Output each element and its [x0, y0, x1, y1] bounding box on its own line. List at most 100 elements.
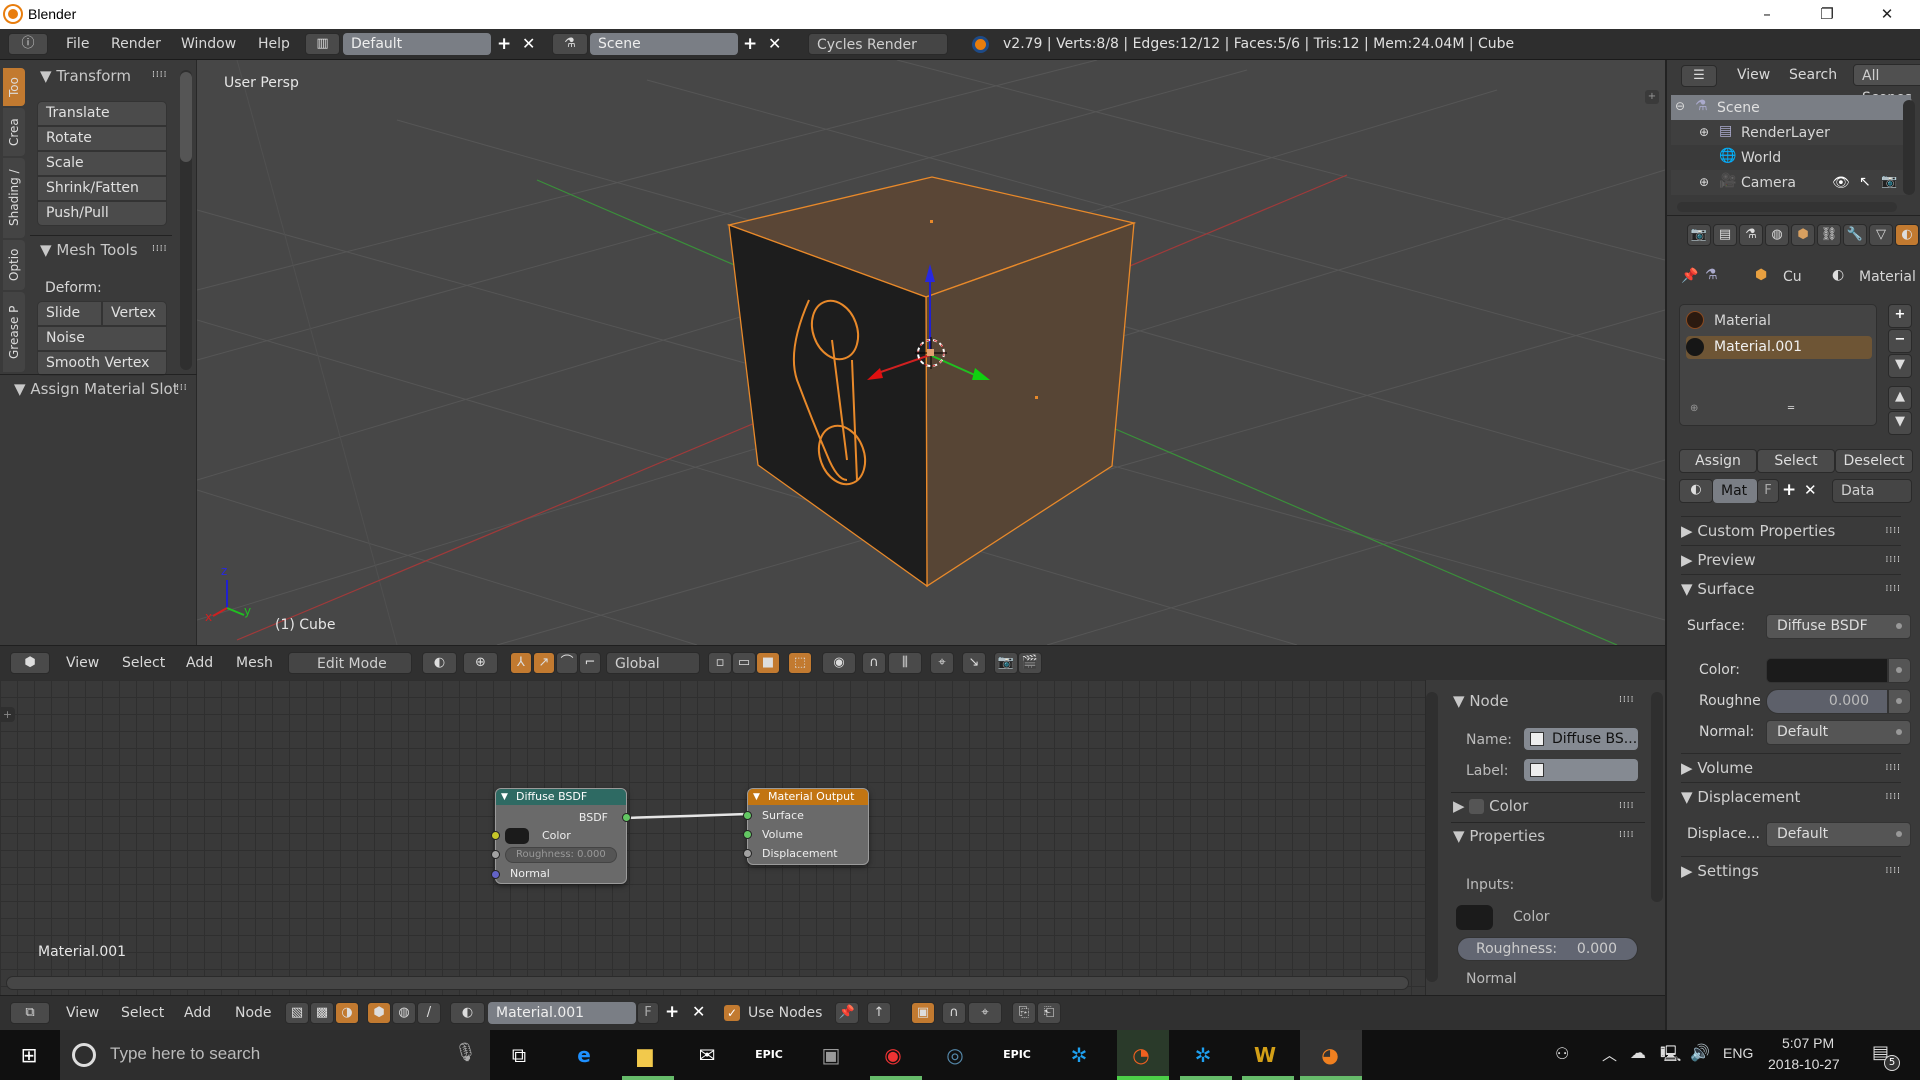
delete-scene-button[interactable]: ✕	[768, 34, 781, 53]
mail-icon[interactable]: ✉	[690, 1038, 724, 1072]
roughness-input-socket[interactable]	[491, 850, 500, 859]
snap-target-button[interactable]: ⌖	[930, 652, 954, 674]
pivot-point-dropdown[interactable]: ⊕	[463, 652, 498, 674]
delete-layout-button[interactable]: ✕	[522, 34, 535, 53]
new-material-button[interactable]: +	[1782, 480, 1796, 500]
microphone-icon[interactable]: 🎙	[454, 1042, 477, 1063]
tab-create[interactable]: Crea	[3, 108, 25, 156]
copy-nodes-button[interactable]: ⎘	[1012, 1002, 1036, 1024]
render-opengl-button[interactable]: ↘	[962, 652, 986, 674]
add-layout-button[interactable]: +	[497, 34, 511, 54]
origin-icon[interactable]: ◔	[1124, 1038, 1158, 1072]
translate-button[interactable]: Translate	[37, 101, 167, 126]
steam-icon[interactable]: ◎	[938, 1038, 972, 1072]
drag-handle-icon[interactable]: ⁞⁞⁞⁞	[1886, 754, 1901, 782]
transform-panel-header[interactable]: ▼ Transform	[40, 67, 131, 85]
surface-input-socket[interactable]	[743, 811, 752, 820]
language-indicator[interactable]: ENG	[1723, 1045, 1753, 1061]
fake-user-button[interactable]: F	[637, 1002, 659, 1024]
drag-handle-icon[interactable]: ⁞⁞⁞⁞	[1886, 783, 1901, 811]
color-panel-header[interactable]: ▶ Color	[1453, 797, 1528, 815]
3d-viewport[interactable]: z y x User Persp (1) Cube +	[197, 60, 1665, 645]
viewport-shading-dropdown[interactable]: ◐	[422, 652, 457, 674]
collapse-icon[interactable]: ▼	[753, 789, 760, 805]
editor-type-node-button[interactable]: ⧉	[10, 1002, 50, 1024]
tab-render-icon[interactable]: 📷	[1687, 224, 1711, 246]
material-output-header[interactable]: ▼ Material Output	[748, 789, 868, 805]
file-explorer-icon[interactable]: ▆	[628, 1038, 662, 1072]
color-field[interactable]	[1766, 658, 1888, 683]
people-icon[interactable]: ⚇	[1555, 1044, 1569, 1063]
diffuse-bsdf-header[interactable]: ▼ Diffuse BSDF	[496, 789, 626, 805]
tool-shelf-scrollbar[interactable]	[180, 70, 192, 370]
drag-handle-icon[interactable]: ⁞⁞⁞⁞	[1886, 546, 1901, 574]
edge-select-mode[interactable]: ▭	[732, 652, 756, 674]
drag-handle-icon[interactable]: ⁞⁞⁞⁞	[1619, 801, 1634, 811]
material-slot-list[interactable]: Material Material.001 ⊕ ═	[1679, 304, 1877, 426]
backdrop-toggle[interactable]: ▣	[911, 1002, 935, 1024]
tab-tools[interactable]: Too	[3, 68, 25, 106]
outliner-menu-search[interactable]: Search	[1789, 60, 1837, 90]
normal-input-socket[interactable]	[491, 870, 500, 879]
texture-tree-type[interactable]: ▩	[310, 1002, 334, 1024]
renderability-camera-icon[interactable]: 📷	[1881, 174, 1897, 189]
color-link-button[interactable]	[1888, 658, 1911, 683]
world-shader-type[interactable]: ◍	[392, 1002, 416, 1024]
outliner-menu-view[interactable]: View	[1737, 60, 1770, 90]
fake-user-button[interactable]: F	[1757, 479, 1779, 503]
drag-handle-icon[interactable]: ⁞⁞⁞⁞	[152, 70, 167, 80]
properties-panel-header[interactable]: ▼ Properties	[1453, 827, 1545, 845]
node-editor-horizontal-scrollbar[interactable]	[6, 976, 1409, 990]
roughness-slider[interactable]: Roughness: 0.000	[1457, 937, 1638, 961]
node-panel-header[interactable]: ▼ Node	[1453, 692, 1508, 710]
scrollbar-thumb[interactable]	[180, 72, 192, 162]
normal-dropdown[interactable]: Default	[1766, 720, 1911, 745]
tab-grease-pencil[interactable]: Grease P	[3, 292, 25, 372]
tab-object-icon[interactable]: ⬢	[1791, 224, 1815, 246]
world-of-warcraft-icon[interactable]: W	[1248, 1038, 1282, 1072]
node-diffuse-bsdf[interactable]: ▼ Diffuse BSDF BSDF Color Roughness: 0.0…	[491, 788, 631, 884]
roughness-slider[interactable]: Roughness: 0.000	[505, 847, 617, 863]
menu-node[interactable]: Node	[235, 998, 272, 1029]
add-material-slot-button[interactable]: +	[1888, 304, 1912, 328]
tab-render-layers-icon[interactable]: ▤	[1713, 224, 1737, 246]
shrink-fatten-button[interactable]: Shrink/Fatten	[37, 176, 167, 201]
material-link-dropdown[interactable]: Data	[1832, 479, 1912, 503]
task-view-icon[interactable]: ⧉	[502, 1038, 536, 1072]
unlink-material-button[interactable]: ✕	[692, 1002, 705, 1021]
move-slot-up-button[interactable]: ▲	[1888, 386, 1912, 410]
battlenet-app-icon[interactable]: ✲	[1186, 1038, 1220, 1072]
epic-games-icon[interactable]: EPIC	[752, 1038, 786, 1072]
menu-window[interactable]: Window	[181, 29, 236, 60]
volume-icon[interactable]: 🔊	[1690, 1043, 1710, 1062]
face-select-mode[interactable]: ■	[756, 652, 780, 674]
clock-time[interactable]: 5:07 PM	[1782, 1035, 1834, 1051]
preview-section[interactable]: ▶ Preview ⁞⁞⁞⁞	[1681, 545, 1901, 573]
snap-element-dropdown[interactable]: ⌖	[968, 1002, 1002, 1024]
drag-handle-icon[interactable]: ⁞⁞⁞⁞	[1886, 575, 1901, 603]
tab-scene-icon[interactable]: ⚗	[1739, 224, 1763, 246]
expand-icon[interactable]: ⊕	[1699, 175, 1709, 189]
roughness-link-button[interactable]	[1888, 689, 1911, 714]
scale-manipulator-toggle[interactable]: ⌐	[579, 652, 601, 674]
close-window-button[interactable]: ✕	[1858, 0, 1916, 29]
network-icon[interactable]: 🖳	[1660, 1043, 1681, 1070]
scene-selector[interactable]: ⚗	[552, 33, 588, 55]
scale-button[interactable]: Scale	[37, 151, 167, 176]
screen-layout-selector[interactable]: ▥	[305, 33, 340, 55]
settings-section[interactable]: ▶ Settings ⁞⁞⁞⁞	[1681, 856, 1901, 884]
outliner-display-mode-dropdown[interactable]: All Scenes	[1853, 64, 1920, 106]
chrome-icon[interactable]: ◉	[876, 1038, 910, 1072]
outliner-item-renderlayer[interactable]: RenderLayer	[1741, 125, 1830, 141]
unlink-material-button[interactable]: ✕	[1804, 481, 1817, 499]
drag-handle-icon[interactable]: ⁞⁞⁞⁞	[152, 244, 167, 254]
blender-taskbar-icon[interactable]: ◕	[1313, 1038, 1347, 1072]
menu-view[interactable]: View	[66, 648, 99, 679]
tab-material-icon[interactable]: ◐	[1895, 224, 1919, 246]
volume-input-socket[interactable]	[743, 830, 752, 839]
outliner-item-world[interactable]: World	[1741, 150, 1781, 166]
drag-handle-icon[interactable]: ⁞⁞⁞	[176, 383, 188, 393]
battlenet-icon[interactable]: ✲	[1062, 1038, 1096, 1072]
filter-options-icon[interactable]: ⊕	[1690, 403, 1698, 414]
drag-handle-icon[interactable]: ⁞⁞⁞⁞	[1886, 857, 1901, 885]
